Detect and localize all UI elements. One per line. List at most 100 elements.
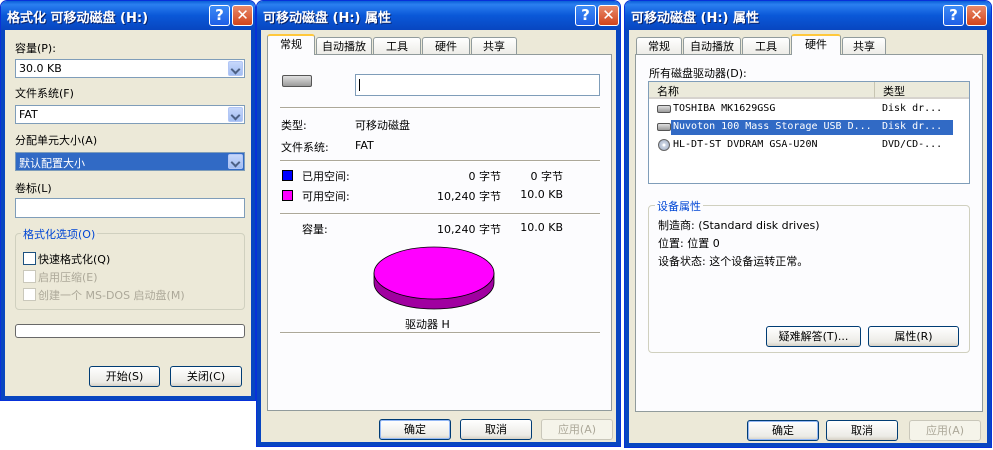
troubleshoot-button[interactable]: 疑难解答(T)... <box>766 326 861 347</box>
drive-name: Nuvoton 100 Mass Storage USB D... <box>673 121 872 132</box>
tab-hardware[interactable]: 硬件 <box>422 37 470 55</box>
tab-general[interactable]: 常规 <box>636 37 682 55</box>
close-button[interactable]: 关闭(C) <box>170 366 242 387</box>
filesystem-label: 文件系统(F) <box>15 87 74 100</box>
filesystem-select[interactable]: FAT <box>15 105 245 124</box>
alloc-unit-select[interactable]: 默认配置大小 <box>15 152 245 171</box>
all-drives-label: 所有磁盘驱动器(D): <box>649 67 747 80</box>
hard-disk-icon <box>657 105 671 113</box>
general-panel: 类型: 可移动磁盘 文件系统: FAT 已用空间: 0 字节 0 字节 可用空间… <box>267 54 612 411</box>
window-frame <box>257 30 261 446</box>
properties-titlebar[interactable]: 可移动磁盘 (H:) 属性 ? ✕ <box>257 1 620 30</box>
properties-hardware-dialog: 可移动磁盘 (H:) 属性 ? ✕ 常规 自动播放 工具 硬件 共享 所有磁盘驱… <box>624 0 992 448</box>
device-status-text: 设备状态: 这个设备运转正常。 <box>658 255 809 268</box>
tab-autoplay[interactable]: 自动播放 <box>316 37 372 55</box>
used-space-swatch <box>282 170 293 181</box>
separator <box>280 332 600 334</box>
ok-button[interactable]: 确定 <box>379 419 451 440</box>
volume-input[interactable] <box>15 198 245 218</box>
free-space-swatch <box>282 190 293 201</box>
volume-label: 卷标(L) <box>15 182 52 195</box>
tab-sharing[interactable]: 共享 <box>471 37 517 55</box>
drive-name-input[interactable] <box>355 74 600 96</box>
free-space-label: 可用空间: <box>302 190 350 203</box>
chevron-down-icon[interactable] <box>228 154 243 169</box>
apply-button: 应用(A) <box>541 419 613 440</box>
close-icon[interactable]: ✕ <box>966 5 987 26</box>
window-frame <box>625 443 991 447</box>
cancel-button[interactable]: 取消 <box>460 419 532 440</box>
msdos-disk-checkbox <box>23 288 36 301</box>
type-value: 可移动磁盘 <box>355 119 410 132</box>
column-header-name[interactable]: 名称 <box>649 82 875 99</box>
text-cursor <box>359 79 360 91</box>
ok-button[interactable]: 确定 <box>747 420 819 441</box>
column-type-label: 类型 <box>883 85 905 98</box>
window-frame <box>616 30 620 446</box>
help-icon[interactable]: ? <box>943 5 964 26</box>
drives-list[interactable]: 名称 类型 TOSHIBA MK1629GSG Disk dr... Nuvot… <box>648 81 970 184</box>
column-header-filler <box>947 82 969 99</box>
used-space-size: 0 字节 <box>530 170 564 183</box>
filesystem-value: FAT <box>355 139 374 152</box>
separator <box>280 107 600 109</box>
window-frame <box>987 30 991 447</box>
tab-sharing[interactable]: 共享 <box>842 37 886 55</box>
format-options-title: 格式化选项(O) <box>21 226 98 242</box>
help-icon[interactable]: ? <box>209 5 230 26</box>
apply-button: 应用(A) <box>909 420 981 441</box>
drive-name: HL-DT-ST DVDRAM GSA-U20N <box>673 139 818 150</box>
drive-name: TOSHIBA MK1629GSG <box>673 103 776 114</box>
table-row[interactable]: Nuvoton 100 Mass Storage USB D... Disk d… <box>651 120 953 135</box>
filesystem-value: FAT <box>19 108 38 121</box>
free-space-size: 10.0 KB <box>520 188 563 201</box>
window-frame <box>625 30 629 447</box>
quick-format-checkbox[interactable] <box>23 252 36 265</box>
tab-autoplay[interactable]: 自动播放 <box>683 37 741 55</box>
capacity-select[interactable]: 30.0 KB <box>15 59 245 78</box>
separator <box>280 160 600 162</box>
properties-button[interactable]: 属性(R) <box>868 326 959 347</box>
start-button[interactable]: 开始(S) <box>89 366 160 387</box>
msdos-disk-label: 创建一个 MS-DOS 启动盘(M) <box>38 289 185 302</box>
column-name-label: 名称 <box>657 85 679 98</box>
table-row[interactable]: HL-DT-ST DVDRAM GSA-U20N DVD/CD-... <box>651 138 951 153</box>
tab-hardware[interactable]: 硬件 <box>791 34 841 55</box>
format-dialog: 格式化 可移动磁盘 (H:) ? ✕ 容量(P): 30.0 KB 文件系统(F… <box>0 0 256 401</box>
properties-general-dialog: 可移动磁盘 (H:) 属性 ? ✕ 常规 自动播放 工具 硬件 共享 类型: 可… <box>256 0 621 447</box>
quick-format-label[interactable]: 快速格式化(Q) <box>38 251 110 267</box>
location-text: 位置: 位置 0 <box>658 237 720 250</box>
close-icon[interactable]: ✕ <box>232 5 253 26</box>
window-frame <box>251 30 255 400</box>
window-frame <box>257 442 620 446</box>
capacity-bytes: 10,240 字节 <box>437 223 501 236</box>
capacity-value: 30.0 KB <box>19 62 62 75</box>
window-frame <box>1 396 255 400</box>
pie-free-slice <box>373 246 495 300</box>
drive-letter-label: 驱动器 H <box>405 318 450 331</box>
drive-type: Disk dr... <box>882 103 943 114</box>
cd-drive-icon <box>658 139 670 151</box>
alloc-unit-value: 默认配置大小 <box>19 157 85 170</box>
close-icon[interactable]: ✕ <box>598 5 619 26</box>
format-dialog-titlebar[interactable]: 格式化 可移动磁盘 (H:) ? ✕ <box>1 1 255 30</box>
tab-tools[interactable]: 工具 <box>373 37 421 55</box>
capacity-size: 10.0 KB <box>520 221 563 234</box>
table-row[interactable]: TOSHIBA MK1629GSG Disk dr... <box>651 102 951 117</box>
manufacturer-text: 制造商: (Standard disk drives) <box>658 219 820 232</box>
tab-general[interactable]: 常规 <box>267 34 315 55</box>
cancel-button[interactable]: 取消 <box>826 420 898 441</box>
properties-title: 可移动磁盘 (H:) 属性 <box>263 11 392 26</box>
chevron-down-icon[interactable] <box>228 61 243 76</box>
used-space-bytes: 0 字节 <box>468 170 502 183</box>
removable-drive-icon <box>282 75 312 87</box>
window-frame <box>1 30 5 400</box>
chevron-down-icon[interactable] <box>228 107 243 122</box>
compression-label: 启用压缩(E) <box>38 271 98 284</box>
capacity-label: 容量: <box>302 223 328 236</box>
type-label: 类型: <box>281 119 307 132</box>
tab-tools[interactable]: 工具 <box>742 37 790 55</box>
properties-titlebar[interactable]: 可移动磁盘 (H:) 属性 ? ✕ <box>625 1 991 30</box>
column-header-type[interactable]: 类型 <box>875 82 947 99</box>
help-icon[interactable]: ? <box>575 5 596 26</box>
